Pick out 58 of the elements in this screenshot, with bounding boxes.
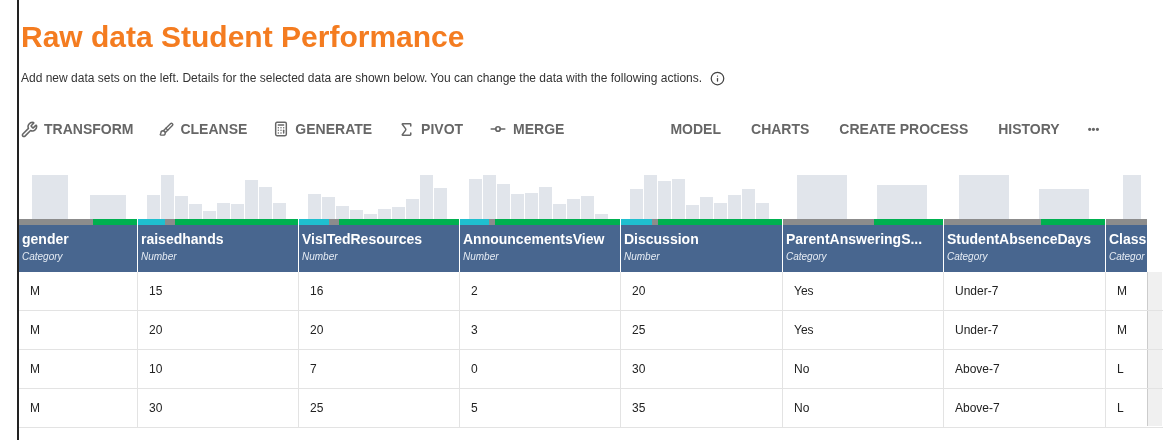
table-cell-text: M — [1117, 283, 1127, 300]
column-header[interactable]: AnnouncementsView Number — [460, 225, 620, 272]
column-header[interactable]: VisITedResources Number — [299, 225, 459, 272]
column-header[interactable]: StudentAbsenceDays Category — [944, 225, 1105, 272]
info-icon[interactable] — [710, 70, 726, 86]
toolbar-button[interactable]: PIVOT — [398, 118, 464, 140]
description: Add new data sets on the left. Details for the selected data are shown below. You can change the data with the following actions. — [21, 70, 703, 87]
table-cell-text: Above-7 — [955, 361, 1000, 378]
table-cell-text: 7 — [310, 361, 317, 378]
table-cell-text: M — [30, 322, 40, 339]
table-cell-text: 15 — [149, 283, 163, 300]
column-header[interactable]: raisedhands Number — [138, 225, 298, 272]
toolbar-button[interactable]: HISTORY — [998, 118, 1060, 140]
more-button[interactable]: ••• — [1087, 120, 1100, 138]
toolbar-button[interactable]: CHARTS — [751, 118, 810, 140]
column-header[interactable]: Class Categor — [1106, 225, 1147, 272]
brush-icon — [159, 121, 175, 137]
table-cell-text: 30 — [632, 361, 646, 378]
table-cell-text: M — [30, 400, 40, 417]
table-cell-text: 25 — [632, 322, 646, 339]
table-cell-text: No — [794, 361, 810, 378]
table-cell-text: L — [1117, 400, 1124, 417]
table-cell-text: 0 — [471, 361, 478, 378]
table-cell-text: L — [1117, 361, 1124, 378]
table-cell-text: M — [1117, 322, 1127, 339]
table-cell-text: 20 — [632, 283, 646, 300]
calculator-icon — [273, 121, 290, 137]
tools-icon — [21, 120, 38, 138]
histogram-drawing — [1123, 175, 1141, 219]
table-cell-text: 35 — [632, 400, 646, 417]
toolbar-button[interactable]: MERGE — [489, 118, 565, 140]
table-cell-text: M — [30, 361, 40, 378]
toolbar-button[interactable]: CREATE PROCESS — [839, 118, 969, 140]
table-cell-text: 2 — [471, 283, 478, 300]
table-cell-text: Above-7 — [955, 400, 1000, 417]
table-cell-text: 16 — [310, 283, 324, 300]
table-cell-text: 30 — [149, 400, 163, 417]
table-cell-text: Under-7 — [955, 322, 999, 339]
table-cell-text: 25 — [310, 400, 324, 417]
table-cell-text: 20 — [149, 322, 163, 339]
column-header[interactable]: gender Category — [19, 225, 137, 272]
page-title: Raw data Student Performance — [21, 19, 465, 55]
table-cell-text: 5 — [471, 400, 478, 417]
table-cell-text: No — [794, 400, 810, 417]
column-header[interactable]: Discussion Number — [621, 225, 782, 272]
scrollbar[interactable] — [1147, 272, 1162, 426]
table-cell-text: Yes — [794, 283, 814, 300]
toolbar-button[interactable]: CLEANSE — [159, 118, 248, 140]
table-cell-text: 20 — [310, 322, 324, 339]
toolbar-button[interactable]: MODEL — [670, 118, 721, 140]
table-cell-text: M — [30, 283, 40, 300]
table-cell-text: Yes — [794, 322, 814, 339]
toolbar-button[interactable]: GENERATE — [273, 118, 373, 140]
toolbar-button[interactable]: TRANSFORM — [21, 118, 134, 140]
table-cell-text: 10 — [149, 361, 163, 378]
table-cell-text: 3 — [471, 322, 478, 339]
table-cell-text: Under-7 — [955, 283, 999, 300]
column-header[interactable]: ParentAnsweringS... Category — [783, 225, 943, 272]
